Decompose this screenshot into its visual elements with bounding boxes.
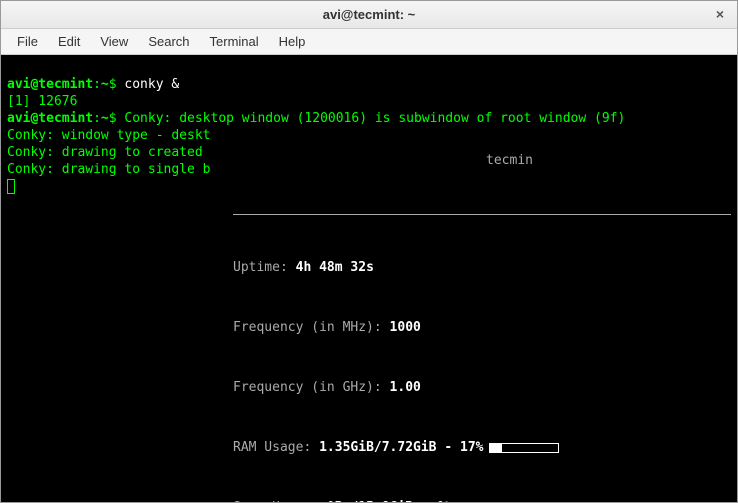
- menu-file[interactable]: File: [7, 30, 48, 53]
- conky-overlay: tecmin Uptime: 4h 48m 32s Frequency (in …: [233, 111, 731, 502]
- job-line: [1] 12676: [7, 94, 77, 109]
- prompt-dollar: $: [109, 111, 117, 126]
- menu-view[interactable]: View: [90, 30, 138, 53]
- menu-search[interactable]: Search: [138, 30, 199, 53]
- freq-ghz-row: Frequency (in GHz): 1.00: [233, 378, 731, 398]
- close-icon[interactable]: ×: [711, 5, 729, 23]
- menubar: File Edit View Search Terminal Help: [1, 29, 737, 55]
- menu-edit[interactable]: Edit: [48, 30, 90, 53]
- out-line: Conky: drawing to created: [7, 145, 211, 160]
- menu-terminal[interactable]: Terminal: [200, 30, 269, 53]
- prompt-user: avi@tecmint: [7, 77, 93, 92]
- prompt-dollar: $: [109, 77, 117, 92]
- swap-row: Swap Usage: 0B /15.8GiB - 0%: [233, 498, 731, 502]
- prompt-user: avi@tecmint: [7, 111, 93, 126]
- uptime-row: Uptime: 4h 48m 32s: [233, 258, 731, 278]
- terminal-body[interactable]: avi@tecmint:~$ conky & [1] 12676 avi@tec…: [1, 55, 737, 502]
- command: conky &: [124, 77, 179, 92]
- window-title: avi@tecmint: ~: [323, 7, 416, 22]
- freq-mhz-row: Frequency (in MHz): 1000: [233, 318, 731, 338]
- cursor-icon: [7, 179, 15, 194]
- out-line: Conky: window type - deskt: [7, 128, 211, 143]
- prompt-sep: :: [93, 111, 101, 126]
- titlebar: avi@tecmint: ~ ×: [1, 1, 737, 29]
- conky-host: tecmin: [233, 151, 731, 171]
- prompt-path: ~: [101, 77, 109, 92]
- divider: [233, 214, 731, 215]
- out-line: Conky: drawing to single b: [7, 162, 211, 177]
- prompt-sep: :: [93, 77, 101, 92]
- terminal-window: avi@tecmint: ~ × File Edit View Search T…: [0, 0, 738, 503]
- ram-bar: [489, 443, 559, 453]
- prompt-path: ~: [101, 111, 109, 126]
- ram-row: RAM Usage: 1.35GiB/7.72GiB - 17%: [233, 438, 731, 458]
- menu-help[interactable]: Help: [269, 30, 316, 53]
